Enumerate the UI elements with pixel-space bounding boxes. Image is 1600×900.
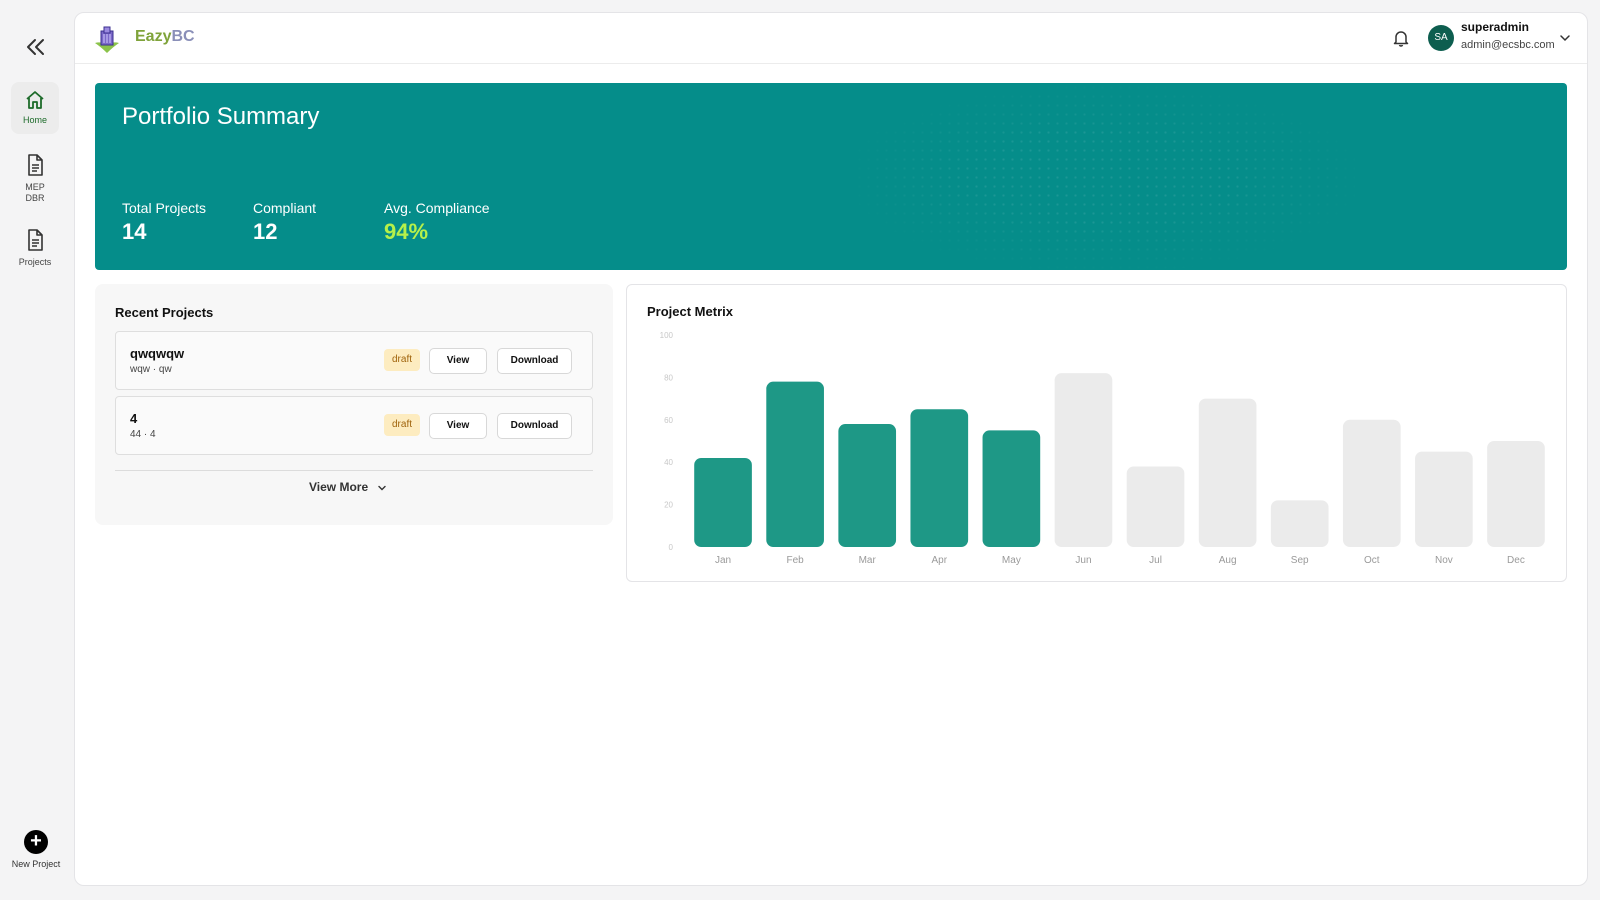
banner-title: Portfolio Summary (122, 103, 320, 130)
x-tick-label: Jun (1075, 555, 1091, 566)
view-button[interactable]: View (429, 348, 487, 374)
new-project-label: New Project (11, 859, 61, 869)
view-more-label: View More (309, 480, 369, 494)
stat-value: 94% (384, 219, 429, 244)
stat-value: 12 (253, 219, 278, 244)
stat-label: Total Projects (122, 200, 207, 216)
x-tick-label: Jul (1149, 555, 1162, 566)
bar-apr[interactable] (910, 409, 969, 547)
plus-icon: + (24, 830, 48, 854)
collapse-sidebar-icon[interactable] (22, 36, 50, 58)
document-icon (28, 229, 43, 251)
recent-projects-card: Recent Projects qwqwqw wqw · qw draft Vi… (95, 284, 613, 525)
sidebar-item-projects[interactable]: Projects (11, 220, 59, 272)
view-button[interactable]: View (429, 413, 487, 439)
stat-compliant: Compliant 12 (253, 200, 316, 245)
list-item[interactable]: 4 44 · 4 draft View Download (115, 396, 593, 455)
bar-chart: 0 20 40 60 80 100 Jan Feb Mar Apr May Jun Jul Aug Sep O… (660, 331, 1545, 566)
sidebar-item-label: Home (22, 115, 47, 125)
stat-total-projects: Total Projects 14 (122, 200, 206, 245)
user-name: superadmin (1461, 20, 1530, 34)
sidebar-item-home[interactable]: Home (11, 82, 59, 134)
x-tick-label: May (1002, 555, 1021, 566)
view-more-button[interactable]: View More (309, 480, 387, 494)
download-button[interactable]: Download (497, 413, 572, 439)
x-tick-label: Feb (787, 555, 805, 566)
x-tick-label: Sep (1291, 555, 1309, 566)
status-badge: draft (384, 414, 420, 436)
project-subtitle: wqw · qw (130, 364, 172, 375)
logo-icon (91, 23, 123, 55)
main-panel: EazyBC SA superadmin admin@ecsbc.com Por… (74, 12, 1588, 886)
new-project-button[interactable]: + New Project (0, 830, 72, 869)
stat-label: Compliant (253, 200, 317, 216)
x-tick-label: Jan (715, 555, 731, 566)
bar-oct[interactable] (1342, 419, 1401, 547)
stat-label: Avg. Compliance (384, 200, 490, 216)
bar-jan[interactable] (694, 457, 752, 547)
x-tick-label: Dec (1507, 555, 1525, 566)
x-tick-label: Apr (932, 555, 948, 566)
avatar[interactable]: SA (1428, 25, 1454, 51)
y-tick-label: 60 (664, 416, 673, 425)
brand-name: EazyBC (135, 28, 195, 45)
top-bar: EazyBC SA superadmin admin@ecsbc.com (75, 13, 1587, 64)
download-button[interactable]: Download (497, 348, 572, 374)
x-tick-label: Aug (1219, 555, 1237, 566)
y-tick-label: 80 (664, 373, 673, 382)
x-tick-label: Nov (1435, 555, 1453, 566)
chevron-down-icon[interactable] (1559, 31, 1571, 43)
stat-avg-compliance: Avg. Compliance 94% (384, 200, 490, 245)
bar-dec[interactable] (1487, 441, 1545, 547)
sidebar-item-label: MEP DBR (25, 182, 45, 203)
bell-icon[interactable] (1391, 28, 1411, 48)
project-name: qwqwqw (130, 346, 185, 361)
dot-pattern (855, 83, 1355, 270)
y-tick-label: 100 (660, 331, 674, 340)
y-tick-label: 40 (664, 458, 673, 467)
chevron-down-icon (378, 485, 387, 491)
sidebar: Home MEP DBR Projects + New Project (0, 0, 72, 900)
x-tick-label: Oct (1364, 555, 1380, 566)
bar-aug[interactable] (1198, 398, 1257, 547)
bar-may[interactable] (982, 430, 1041, 547)
project-name: 4 (130, 411, 138, 426)
x-tick-label: Mar (859, 555, 877, 566)
project-subtitle: 44 · 4 (130, 429, 156, 440)
bar-jun[interactable] (1054, 373, 1113, 547)
y-tick-label: 0 (669, 543, 674, 552)
bar-jul[interactable] (1126, 466, 1185, 547)
user-email: admin@ecsbc.com (1461, 39, 1555, 51)
bar-nov[interactable] (1415, 451, 1473, 547)
status-badge: draft (384, 349, 420, 371)
document-icon (28, 154, 43, 176)
bar-feb[interactable] (766, 381, 824, 547)
divider (115, 470, 593, 471)
recent-projects-title: Recent Projects (115, 305, 214, 320)
home-icon (26, 91, 44, 109)
y-tick-label: 20 (664, 501, 673, 510)
stat-value: 14 (122, 219, 147, 244)
bar-mar[interactable] (838, 424, 897, 547)
list-item[interactable]: qwqwqw wqw · qw draft View Download (115, 331, 593, 390)
project-metrix-card: Project Metrix 0 20 40 60 80 100 Jan Feb Mar Apr M… (626, 284, 1567, 582)
bar-sep[interactable] (1270, 500, 1329, 547)
portfolio-summary-banner: Portfolio Summary Total Projects 14 Comp… (95, 83, 1567, 270)
sidebar-item-label: Projects (18, 257, 52, 267)
sidebar-item-mep-dbr[interactable]: MEP DBR (11, 145, 59, 207)
